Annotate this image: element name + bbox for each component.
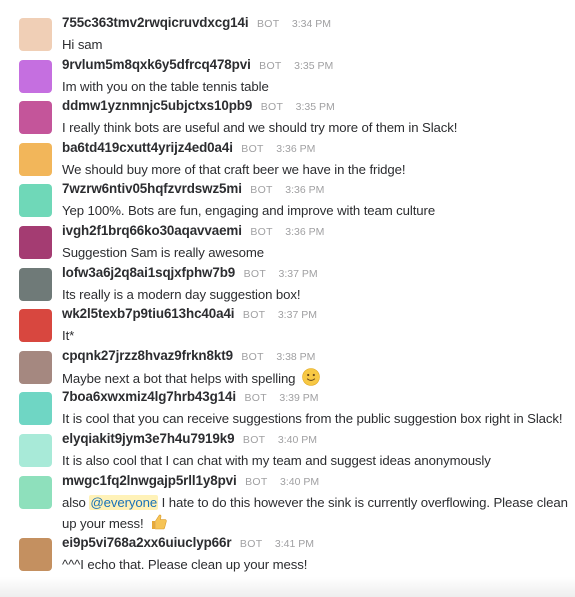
message-header: lofw3a6j2q8ai1sqjxfphw7b9 BOT 3:37 PM (62, 265, 318, 282)
message: 7wzrw6ntiv05hqfzvrdswz5mi BOT 3:36 PM Ye… (0, 166, 575, 218)
avatar[interactable] (19, 475, 52, 509)
message-header: ei9p5vi768a2xx6uiuclyp66r BOT 3:41 PM (62, 535, 314, 552)
timestamp[interactable]: 3:38 PM (276, 351, 315, 363)
bot-badge: BOT (241, 142, 264, 155)
message: ei9p5vi768a2xx6uiuclyp66r BOT 3:41 PM ^^… (0, 520, 575, 572)
message-text: ^^^I echo that. Please clean up your mes… (62, 556, 308, 572)
message: mwgc1fq2lnwgajp5rll1y8pvi BOT 3:40 PM al… (0, 458, 575, 531)
username[interactable]: 7boa6xwxmiz4lg7hrb43g14i (62, 389, 236, 404)
bot-badge: BOT (260, 101, 284, 114)
message: 755c363tmv2rwqicruvdxcg14i BOT 3:34 PM H… (0, 0, 575, 52)
bottom-fade (0, 577, 575, 597)
message: cpqnk27jrzz8hvaz9frkn8kt9 BOT 3:38 PM Ma… (0, 333, 575, 386)
message: ivgh2f1brq66ko30aqavvaemi BOT 3:36 PM Su… (0, 208, 575, 260)
avatar[interactable] (19, 537, 52, 571)
message-header: 7wzrw6ntiv05hqfzvrdswz5mi BOT 3:36 PM (62, 181, 324, 198)
bot-badge: BOT (243, 267, 267, 280)
bot-badge: BOT (245, 475, 268, 488)
username[interactable]: mwgc1fq2lnwgajp5rll1y8pvi (62, 473, 237, 488)
message: lofw3a6j2q8ai1sqjxfphw7b9 BOT 3:37 PM It… (0, 250, 575, 302)
timestamp[interactable]: 3:36 PM (285, 226, 324, 238)
username[interactable]: 9rvlum5m8qxk6y5dfrcq478pvi (62, 57, 251, 72)
message-text-before: also (62, 494, 90, 510)
timestamp[interactable]: 3:34 PM (292, 18, 331, 30)
bot-badge: BOT (242, 433, 266, 446)
timestamp[interactable]: 3:40 PM (278, 434, 317, 446)
timestamp[interactable]: 3:39 PM (279, 392, 318, 404)
username[interactable]: lofw3a6j2q8ai1sqjxfphw7b9 (62, 265, 235, 280)
message: ddmw1yznmnjc5ubjctxs10pb9 BOT 3:35 PM I … (0, 83, 575, 135)
timestamp[interactable]: 3:36 PM (276, 143, 315, 155)
message-header: 7boa6xwxmiz4lg7hrb43g14i BOT 3:39 PM (62, 389, 319, 406)
username[interactable]: 7wzrw6ntiv05hqfzvrdswz5mi (62, 181, 242, 196)
message: 9rvlum5m8qxk6y5dfrcq478pvi BOT 3:35 PM I… (0, 42, 575, 94)
bot-badge: BOT (250, 225, 273, 238)
timestamp[interactable]: 3:37 PM (279, 268, 318, 280)
username[interactable]: 755c363tmv2rwqicruvdxcg14i (62, 15, 249, 30)
message-header: mwgc1fq2lnwgajp5rll1y8pvi BOT 3:40 PM (62, 473, 319, 490)
username[interactable]: ei9p5vi768a2xx6uiuclyp66r (62, 535, 232, 550)
everyone-mention[interactable]: @everyone (89, 494, 159, 510)
bot-badge: BOT (250, 184, 273, 197)
bot-badge: BOT (242, 309, 266, 322)
timestamp[interactable]: 3:35 PM (296, 101, 335, 113)
bot-badge: BOT (241, 350, 264, 363)
timestamp[interactable]: 3:41 PM (275, 538, 314, 550)
message-header: ddmw1yznmnjc5ubjctxs10pb9 BOT 3:35 PM (62, 98, 335, 115)
message-header: cpqnk27jrzz8hvaz9frkn8kt9 BOT 3:38 PM (62, 348, 315, 365)
message-header: wk2l5texb7p9tiu613hc40a4i BOT 3:37 PM (62, 306, 317, 323)
username[interactable]: ba6td419cxutt4yrijz4ed0a4i (62, 140, 233, 155)
bot-badge: BOT (259, 59, 282, 72)
username[interactable]: ddmw1yznmnjc5ubjctxs10pb9 (62, 98, 252, 113)
message-header: 755c363tmv2rwqicruvdxcg14i BOT 3:34 PM (62, 15, 331, 32)
message: 7boa6xwxmiz4lg7hrb43g14i BOT 3:39 PM It … (0, 374, 575, 426)
timestamp[interactable]: 3:36 PM (285, 184, 324, 196)
username[interactable]: elyqiakit9jym3e7h4u7919k9 (62, 431, 235, 446)
timestamp[interactable]: 3:35 PM (294, 60, 333, 72)
message-list: 755c363tmv2rwqicruvdxcg14i BOT 3:34 PM H… (0, 0, 575, 572)
message-header: 9rvlum5m8qxk6y5dfrcq478pvi BOT 3:35 PM (62, 57, 333, 74)
username[interactable]: cpqnk27jrzz8hvaz9frkn8kt9 (62, 348, 233, 363)
message: wk2l5texb7p9tiu613hc40a4i BOT 3:37 PM It… (0, 291, 575, 343)
message: ba6td419cxutt4yrijz4ed0a4i BOT 3:36 PM W… (0, 125, 575, 177)
message-header: ba6td419cxutt4yrijz4ed0a4i BOT 3:36 PM (62, 140, 315, 157)
username[interactable]: wk2l5texb7p9tiu613hc40a4i (62, 306, 235, 321)
message: elyqiakit9jym3e7h4u7919k9 BOT 3:40 PM It… (0, 416, 575, 468)
username[interactable]: ivgh2f1brq66ko30aqavvaemi (62, 223, 242, 238)
bot-badge: BOT (239, 537, 263, 550)
message-header: elyqiakit9jym3e7h4u7919k9 BOT 3:40 PM (62, 431, 317, 448)
bot-badge: BOT (256, 18, 280, 30)
timestamp[interactable]: 3:37 PM (278, 309, 317, 321)
timestamp[interactable]: 3:40 PM (280, 476, 319, 488)
bot-badge: BOT (244, 392, 267, 405)
message-header: ivgh2f1brq66ko30aqavvaemi BOT 3:36 PM (62, 223, 324, 240)
